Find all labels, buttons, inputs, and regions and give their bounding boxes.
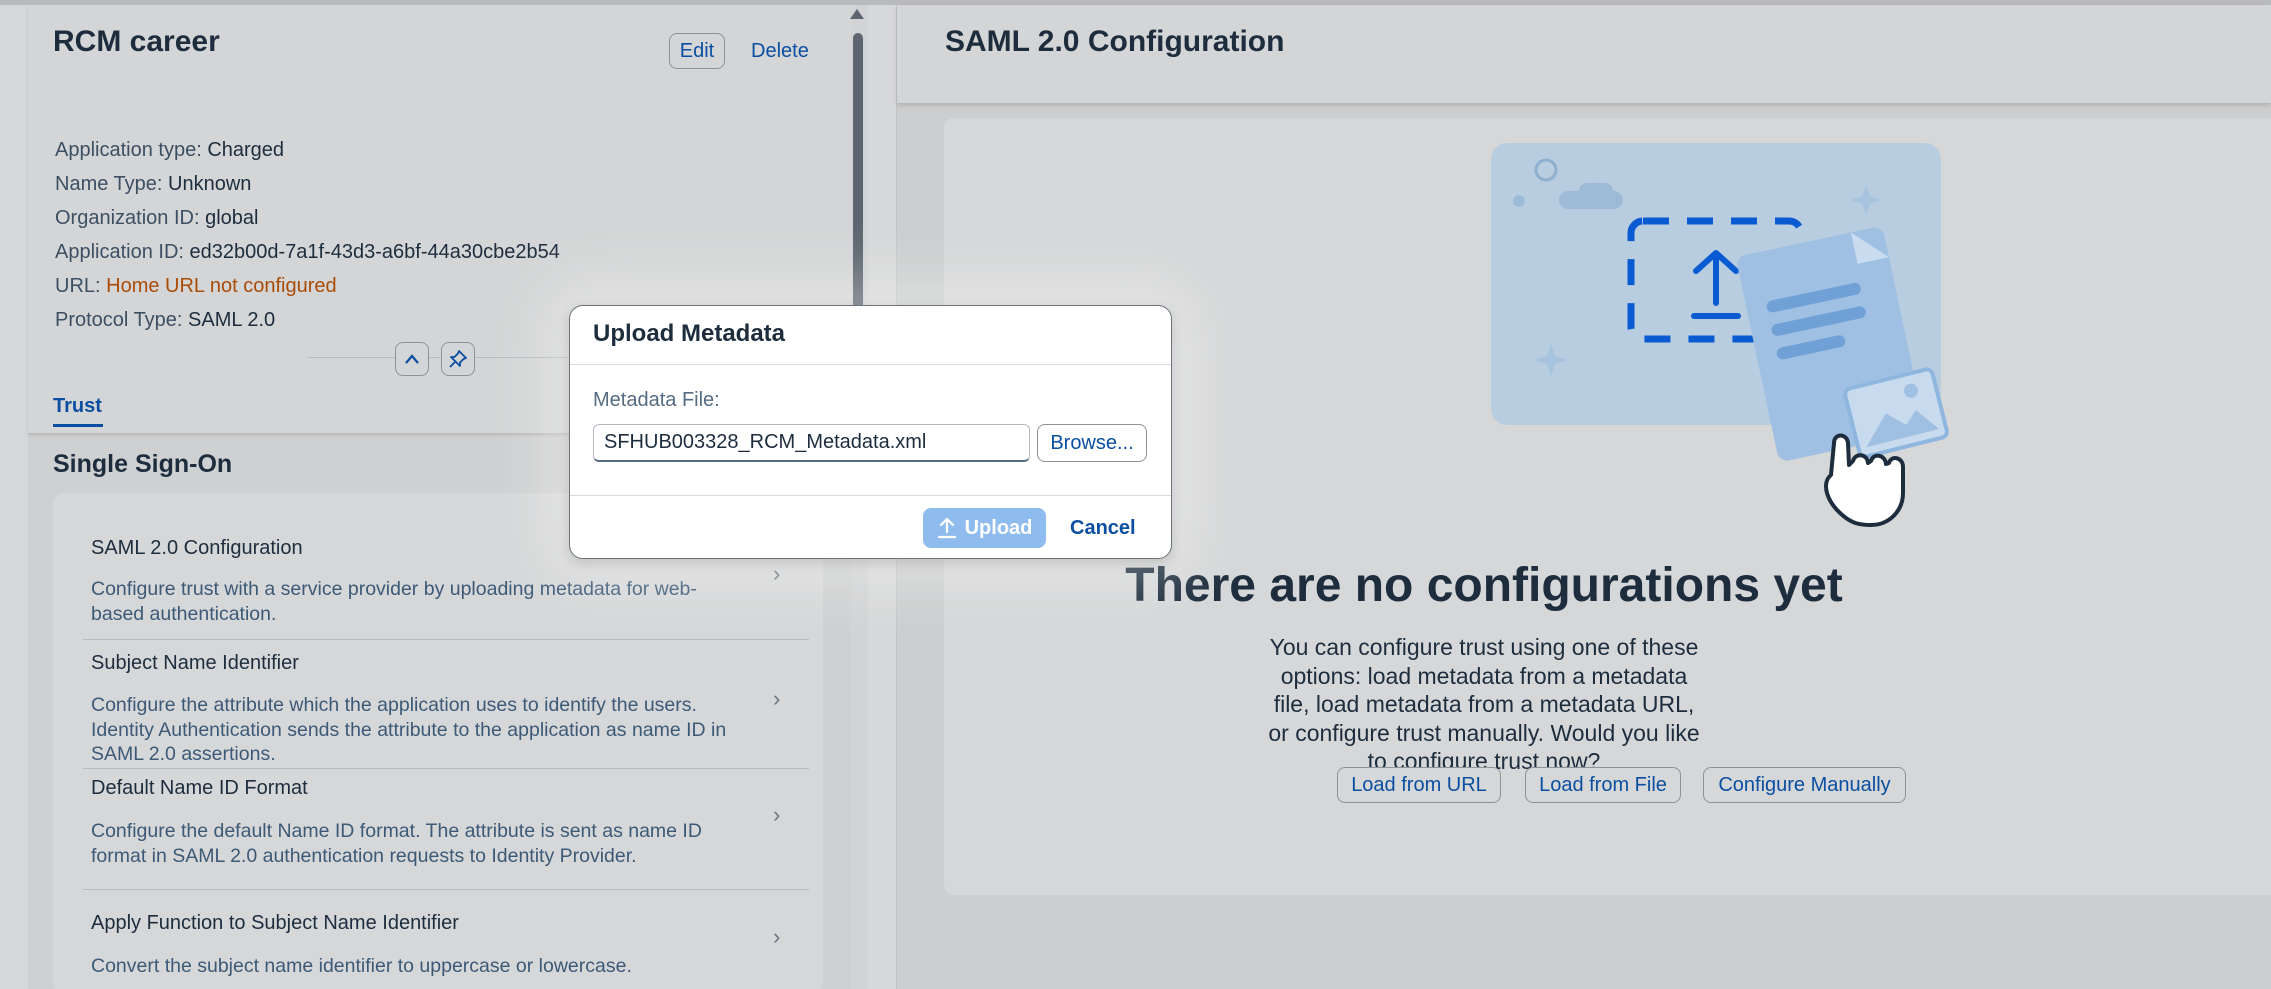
metadata-file-label: Metadata File: <box>593 389 720 411</box>
cancel-button[interactable]: Cancel <box>1070 508 1136 548</box>
metadata-file-input[interactable] <box>593 424 1030 462</box>
attribute-value: Charged <box>207 139 285 161</box>
attribute-value: global <box>205 207 259 229</box>
empty-state-title: There are no configurations yet <box>1125 559 1843 612</box>
list-item-default-name-id-format[interactable]: Default Name ID Format Configure the def… <box>53 769 823 889</box>
upload-illustration-icon <box>1491 143 1949 527</box>
configure-manually-button[interactable]: Configure Manually <box>1703 767 1906 803</box>
delete-button[interactable]: Delete <box>751 33 809 69</box>
chevron-up-icon <box>405 354 419 364</box>
application-attributes: Application type: Charged Name Type: Unk… <box>55 133 560 337</box>
sso-heading: Single Sign-On <box>53 450 233 478</box>
pin-header-button[interactable] <box>441 342 475 376</box>
attribute-application-type: Application type: Charged <box>55 133 560 167</box>
scroll-up-arrow-icon[interactable] <box>850 9 864 19</box>
list-item-apply-function[interactable]: Apply Function to Subject Name Identifie… <box>53 890 823 989</box>
list-item-description: Configure trust with a service provider … <box>91 578 697 625</box>
tab-trust[interactable]: Trust <box>53 395 102 418</box>
collapse-header-button[interactable] <box>395 342 429 376</box>
load-from-file-button[interactable]: Load from File <box>1525 767 1681 803</box>
attribute-label: Application ID: <box>55 241 184 263</box>
dialog-header-separator <box>570 364 1171 365</box>
browse-button[interactable]: Browse... <box>1037 424 1147 462</box>
list-item-description: Configure the attribute which the applic… <box>91 694 727 765</box>
dialog-title: Upload Metadata <box>593 320 786 347</box>
list-item-subject-name-identifier[interactable]: Subject Name Identifier Configure the at… <box>53 640 823 768</box>
upload-metadata-dialog: Upload Metadata Metadata File: Browse...… <box>569 305 1172 559</box>
list-item-description: Convert the subject name identifier to u… <box>91 955 632 977</box>
url-warning-value: Home URL not configured <box>106 275 337 297</box>
list-item-description: Configure the default Name ID format. Th… <box>91 820 702 867</box>
attribute-url: URL: Home URL not configured <box>55 269 560 303</box>
chevron-right-icon: › <box>773 561 781 586</box>
pin-icon <box>449 350 467 368</box>
attribute-label: Application type: <box>55 139 202 161</box>
list-item-title: Subject Name Identifier <box>91 652 299 674</box>
attribute-protocol-type: Protocol Type: SAML 2.0 <box>55 303 560 337</box>
sso-list: SAML 2.0 Configuration Configure trust w… <box>53 493 823 989</box>
chevron-right-icon: › <box>773 686 781 711</box>
dialog-footer-separator <box>570 495 1171 496</box>
attribute-value: SAML 2.0 <box>188 309 276 331</box>
detail-header: SAML 2.0 Configuration <box>897 5 2271 103</box>
attribute-organization-id: Organization ID: global <box>55 201 560 235</box>
attribute-label: URL: <box>55 275 101 297</box>
upload-button-label: Upload <box>964 516 1033 539</box>
attribute-label: Organization ID: <box>55 207 200 229</box>
left-edge-stripe <box>0 5 28 989</box>
scrollbar-thumb[interactable] <box>853 33 863 313</box>
chevron-right-icon: › <box>773 924 781 949</box>
tab-trust-indicator <box>53 424 103 427</box>
empty-state-description: You can configure trust using one of the… <box>1268 634 1700 774</box>
attribute-value: ed32b00d-7a1f-43d3-a6bf-44a30cbe2b54 <box>189 241 560 263</box>
list-item-title: Default Name ID Format <box>91 777 308 799</box>
attribute-name-type: Name Type: Unknown <box>55 167 560 201</box>
attribute-value: Unknown <box>168 173 252 195</box>
load-from-url-button[interactable]: Load from URL <box>1337 767 1501 803</box>
attribute-label: Protocol Type: <box>55 309 183 331</box>
upload-icon <box>937 517 956 539</box>
detail-title: SAML 2.0 Configuration <box>945 25 1285 58</box>
upload-button[interactable]: Upload <box>923 508 1046 548</box>
chevron-right-icon: › <box>773 802 781 827</box>
attribute-label: Name Type: <box>55 173 163 195</box>
attribute-application-id: Application ID: ed32b00d-7a1f-43d3-a6bf-… <box>55 235 560 269</box>
list-item-title: SAML 2.0 Configuration <box>91 537 303 559</box>
edit-button[interactable]: Edit <box>669 33 725 69</box>
application-title: RCM career <box>53 25 220 58</box>
list-item-title: Apply Function to Subject Name Identifie… <box>91 912 459 934</box>
